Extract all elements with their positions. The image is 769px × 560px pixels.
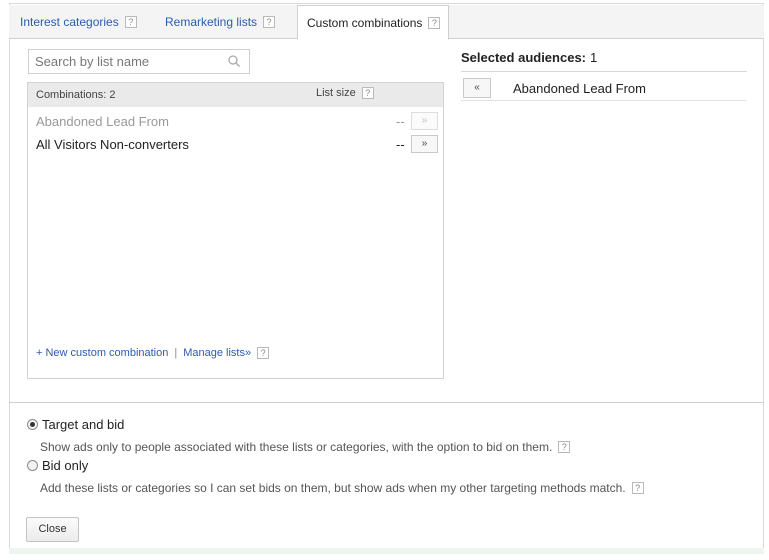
search-icon[interactable] <box>227 54 241 68</box>
help-icon[interactable]: ? <box>361 87 374 99</box>
tab-remarketing-lists-label[interactable]: Remarketing lists <box>165 15 257 29</box>
remove-audience-button[interactable]: « <box>463 78 491 98</box>
list-row-size: -- <box>396 114 405 129</box>
combinations-count: Combinations: 2 <box>36 89 116 101</box>
help-icon[interactable]: ? <box>558 441 571 453</box>
help-icon[interactable]: ? <box>631 482 644 494</box>
target-and-bid-description: Show ads only to people associated with … <box>40 440 571 454</box>
divider <box>461 71 747 72</box>
help-icon[interactable]: ? <box>263 16 276 28</box>
combinations-list: Combinations: 2 List size ? Abandoned Le… <box>27 82 444 379</box>
tab-custom-combinations-label[interactable]: Custom combinations <box>307 16 422 30</box>
help-icon[interactable]: ? <box>428 16 441 29</box>
list-size-label: List size <box>316 87 356 99</box>
selected-audiences-title: Selected audiences: <box>461 50 586 65</box>
list-size-header: List size ? <box>316 87 374 99</box>
selected-audiences-count: 1 <box>590 50 598 65</box>
list-row-name: All Visitors Non-converters <box>36 137 189 152</box>
search-input[interactable] <box>29 50 219 73</box>
tab-interest-categories[interactable]: Interest categories ? <box>20 5 137 39</box>
manage-lists-link[interactable]: Manage lists» <box>183 347 251 359</box>
help-icon[interactable]: ? <box>124 16 137 28</box>
list-row: Abandoned Lead From -- » <box>28 111 443 133</box>
section-divider <box>9 402 764 403</box>
footer-strip <box>9 548 764 554</box>
target-and-bid-label[interactable]: Target and bid <box>42 417 124 432</box>
selected-audience-name: Abandoned Lead From <box>513 81 646 96</box>
target-and-bid-option[interactable]: Target and bid <box>27 417 124 432</box>
list-footer: + New custom combination | Manage lists»… <box>36 347 270 359</box>
add-audience-button: » <box>411 112 438 130</box>
tab-interest-categories-label[interactable]: Interest categories <box>20 15 119 29</box>
list-row-size: -- <box>396 137 405 152</box>
bid-only-label[interactable]: Bid only <box>42 458 88 473</box>
search-box <box>28 49 250 74</box>
list-row-name: Abandoned Lead From <box>36 114 169 129</box>
new-custom-combination-link[interactable]: + New custom combination <box>36 347 168 359</box>
help-icon[interactable]: ? <box>257 347 270 359</box>
bid-only-description: Add these lists or categories so I can s… <box>40 481 644 495</box>
list-row: All Visitors Non-converters -- » <box>28 134 443 156</box>
tab-bar: Interest categories ? Remarketing lists … <box>9 5 764 40</box>
footer-separator: | <box>174 347 178 359</box>
selected-audience-row: « Abandoned Lead From <box>461 78 747 100</box>
add-audience-button[interactable]: » <box>411 135 438 153</box>
list-header: Combinations: 2 List size ? <box>28 83 443 107</box>
target-and-bid-radio[interactable] <box>27 419 38 430</box>
tab-remarketing-lists[interactable]: Remarketing lists ? <box>165 5 276 39</box>
bid-only-text: Add these lists or categories so I can s… <box>40 481 626 495</box>
divider <box>461 100 747 101</box>
target-and-bid-text: Show ads only to people associated with … <box>40 440 553 454</box>
close-button[interactable]: Close <box>26 517 79 542</box>
selected-audiences-header: Selected audiences: 1 <box>461 50 597 65</box>
bid-only-option[interactable]: Bid only <box>27 458 88 473</box>
bid-only-radio[interactable] <box>27 460 38 471</box>
tab-custom-combinations[interactable]: Custom combinations ? <box>297 5 450 40</box>
